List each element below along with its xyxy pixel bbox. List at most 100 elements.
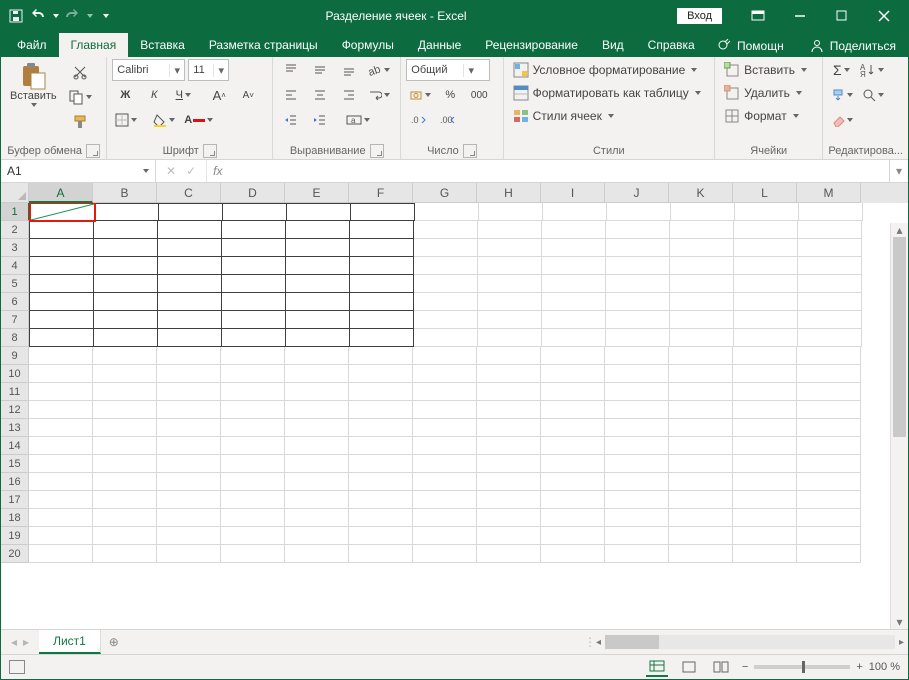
cell-A10[interactable]	[29, 365, 93, 383]
cell-B4[interactable]	[94, 257, 158, 275]
cell-M4[interactable]	[798, 257, 862, 275]
cell-M8[interactable]	[798, 329, 862, 347]
page-layout-view-button[interactable]	[678, 658, 700, 676]
cell-L4[interactable]	[734, 257, 798, 275]
row-header-9[interactable]: 9	[1, 347, 29, 365]
cell-G11[interactable]	[413, 383, 477, 401]
cell-H10[interactable]	[477, 365, 541, 383]
cell-L15[interactable]	[733, 455, 797, 473]
cell-L18[interactable]	[733, 509, 797, 527]
cell-M18[interactable]	[797, 509, 861, 527]
cell-G4[interactable]	[414, 257, 478, 275]
cell-F12[interactable]	[349, 401, 413, 419]
comma-format-button[interactable]: 000	[466, 84, 492, 106]
cell-C1[interactable]	[159, 203, 223, 221]
cell-F3[interactable]	[350, 239, 414, 257]
redo-dropdown-icon[interactable]	[87, 14, 93, 18]
row-header-17[interactable]: 17	[1, 491, 29, 509]
cell-B10[interactable]	[93, 365, 157, 383]
cell-E8[interactable]	[286, 329, 350, 347]
cell-D13[interactable]	[221, 419, 285, 437]
cell-B1[interactable]	[95, 203, 159, 221]
cell-H14[interactable]	[477, 437, 541, 455]
align-middle-button[interactable]	[307, 59, 333, 81]
cell-A4[interactable]	[29, 257, 94, 275]
font-name-combo[interactable]: Calibri▾	[112, 59, 185, 81]
clear-button[interactable]	[828, 109, 856, 131]
cell-M11[interactable]	[797, 383, 861, 401]
save-icon[interactable]	[7, 7, 25, 25]
cell-D3[interactable]	[222, 239, 286, 257]
cell-E17[interactable]	[285, 491, 349, 509]
cell-E14[interactable]	[285, 437, 349, 455]
cell-D1[interactable]	[223, 203, 287, 221]
cell-K1[interactable]	[671, 203, 735, 221]
cell-C4[interactable]	[158, 257, 222, 275]
tab-layout[interactable]: Разметка страницы	[197, 33, 330, 57]
shrink-font-button[interactable]: A˅	[235, 84, 261, 106]
row-header-4[interactable]: 4	[1, 257, 29, 275]
cell-J16[interactable]	[605, 473, 669, 491]
cell-J14[interactable]	[605, 437, 669, 455]
row-header-1[interactable]: 1	[1, 203, 30, 221]
format-as-table-button[interactable]: Форматировать как таблицу	[509, 82, 710, 104]
cell-A14[interactable]	[29, 437, 93, 455]
cell-I15[interactable]	[541, 455, 605, 473]
undo-dropdown-icon[interactable]	[53, 14, 59, 18]
cell-D15[interactable]	[221, 455, 285, 473]
col-header-K[interactable]: K	[669, 183, 733, 203]
percent-format-button[interactable]: %	[437, 84, 463, 106]
cell-E18[interactable]	[285, 509, 349, 527]
tell-me-label[interactable]: Помощн	[737, 39, 784, 53]
cell-K9[interactable]	[669, 347, 733, 365]
col-header-M[interactable]: M	[797, 183, 861, 203]
cell-D8[interactable]	[222, 329, 286, 347]
cell-A17[interactable]	[29, 491, 93, 509]
cell-L13[interactable]	[733, 419, 797, 437]
cell-K16[interactable]	[669, 473, 733, 491]
expand-formula-icon[interactable]: ▾	[889, 160, 908, 182]
cell-A15[interactable]	[29, 455, 93, 473]
cell-I9[interactable]	[541, 347, 605, 365]
zoom-in-button[interactable]: +	[856, 661, 862, 673]
cell-D12[interactable]	[221, 401, 285, 419]
paste-button[interactable]: Вставить	[6, 59, 61, 109]
cell-D9[interactable]	[221, 347, 285, 365]
cell-A9[interactable]	[29, 347, 93, 365]
cell-B6[interactable]	[94, 293, 158, 311]
cell-D18[interactable]	[221, 509, 285, 527]
cell-C5[interactable]	[158, 275, 222, 293]
cell-F19[interactable]	[349, 527, 413, 545]
cell-H20[interactable]	[477, 545, 541, 563]
cell-F4[interactable]	[350, 257, 414, 275]
cell-B17[interactable]	[93, 491, 157, 509]
cell-H19[interactable]	[477, 527, 541, 545]
cell-G2[interactable]	[414, 221, 478, 239]
cell-B11[interactable]	[93, 383, 157, 401]
cell-E13[interactable]	[285, 419, 349, 437]
cell-E15[interactable]	[285, 455, 349, 473]
col-header-L[interactable]: L	[733, 183, 797, 203]
row-header-5[interactable]: 5	[1, 275, 29, 293]
insert-cells-button[interactable]: Вставить	[720, 59, 817, 81]
cell-F17[interactable]	[349, 491, 413, 509]
merge-center-button[interactable]: a	[343, 109, 373, 131]
scroll-thumb[interactable]	[605, 635, 659, 649]
cell-L11[interactable]	[733, 383, 797, 401]
cell-B19[interactable]	[93, 527, 157, 545]
cell-H16[interactable]	[477, 473, 541, 491]
cell-D16[interactable]	[221, 473, 285, 491]
cell-B13[interactable]	[93, 419, 157, 437]
cell-M19[interactable]	[797, 527, 861, 545]
cell-G13[interactable]	[413, 419, 477, 437]
tab-insert[interactable]: Вставка	[128, 33, 197, 57]
cell-L16[interactable]	[733, 473, 797, 491]
cell-I12[interactable]	[541, 401, 605, 419]
minimize-button[interactable]	[780, 2, 820, 30]
cell-I18[interactable]	[541, 509, 605, 527]
cell-I4[interactable]	[542, 257, 606, 275]
cell-G17[interactable]	[413, 491, 477, 509]
col-header-A[interactable]: A	[29, 183, 93, 203]
cell-M16[interactable]	[797, 473, 861, 491]
cell-C16[interactable]	[157, 473, 221, 491]
